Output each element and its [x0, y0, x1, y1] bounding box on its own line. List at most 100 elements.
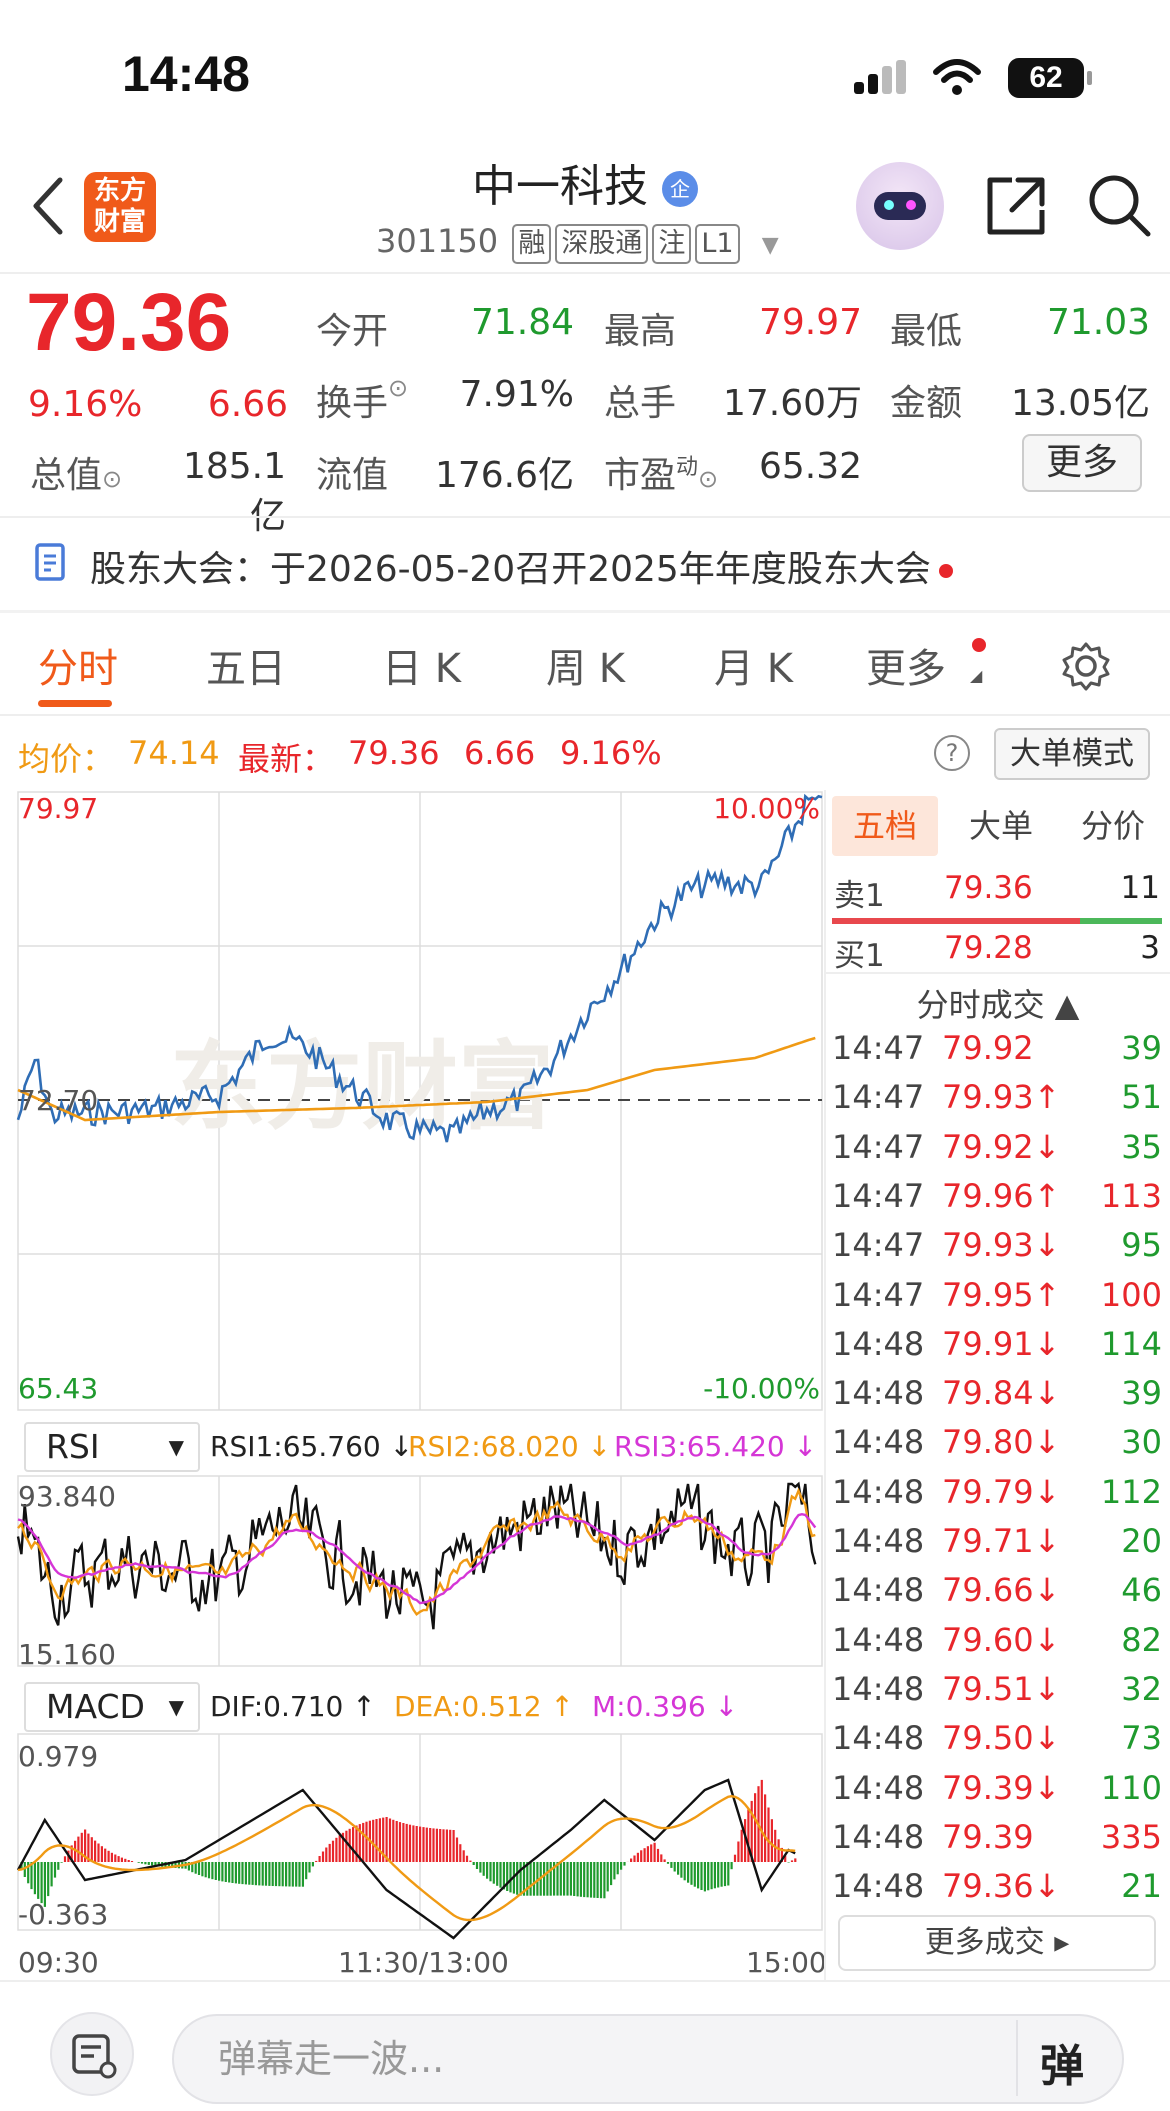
macd-bar: [338, 1835, 341, 1862]
macd-bar: [385, 1817, 388, 1862]
macd-bar: [633, 1855, 636, 1862]
trade-time: 14:48: [832, 1374, 925, 1413]
macd-dif-value: DIF:0.710 ↑: [210, 1690, 376, 1723]
macd-bar: [258, 1862, 261, 1886]
macd-bar: [599, 1862, 603, 1899]
info-dots-icon[interactable]: ⊙: [388, 374, 408, 402]
trades-title[interactable]: 分时成交 ▲: [826, 980, 1170, 1026]
help-icon[interactable]: ?: [934, 735, 970, 771]
trade-volume: 39: [1121, 1374, 1162, 1413]
macd-bar: [281, 1862, 284, 1887]
search-icon[interactable]: [1086, 172, 1152, 238]
macd-indicator-select[interactable]: MACD ▼: [24, 1682, 200, 1732]
trade-time: 14:47: [832, 1176, 925, 1215]
high-value: 79.97: [758, 302, 862, 343]
low-value: 71.03: [1046, 302, 1150, 343]
macd-bar: [130, 1861, 134, 1862]
macd-bar: [321, 1851, 325, 1862]
order-book-tabs: 五档 大单 分价: [826, 796, 1170, 856]
macd-bar: [653, 1842, 656, 1862]
macd-bar: [362, 1822, 365, 1862]
total-cap-label-text: 总值: [30, 455, 103, 496]
macd-bar: [475, 1862, 479, 1869]
tab-daily-k[interactable]: 日 K: [382, 636, 461, 694]
trade-time: 14:48: [832, 1768, 925, 1807]
danmu-toggle-button[interactable]: 弹: [1040, 2030, 1084, 2094]
caret-down-icon: ▼: [168, 1695, 184, 1719]
trade-row: 14:48 79.91↓ 114: [832, 1320, 1162, 1369]
settings-icon[interactable]: [1060, 640, 1112, 692]
macd-bar: [660, 1854, 663, 1862]
tab-weekly-k[interactable]: 周 K: [546, 636, 625, 694]
tab-big-orders[interactable]: 大单: [948, 796, 1054, 856]
trade-price: 79.50↓: [942, 1719, 1061, 1758]
trade-volume: 100: [1100, 1275, 1162, 1314]
enterprise-badge-icon: 企: [662, 171, 698, 207]
share-icon[interactable]: [984, 174, 1048, 238]
buy1-price: 79.28: [944, 930, 1033, 966]
trade-volume: 30: [1121, 1423, 1162, 1462]
macd-bar: [372, 1819, 375, 1862]
tab-more[interactable]: 更多 ◢: [866, 636, 986, 694]
macd-bar: [218, 1862, 221, 1881]
macd-bar: [469, 1860, 472, 1862]
rsi1-line: [16, 1481, 817, 1630]
macd-bar: [566, 1862, 569, 1896]
macd-bar: [224, 1862, 227, 1882]
tab-monthly-k[interactable]: 月 K: [714, 636, 793, 694]
macd-bar: [375, 1819, 378, 1862]
trade-row: 14:47 79.93↓ 95: [832, 1221, 1162, 1270]
macd-bar: [127, 1860, 130, 1862]
rsi-indicator-select[interactable]: RSI ▼: [24, 1422, 200, 1472]
macd-bar: [144, 1862, 147, 1865]
info-dots-icon[interactable]: ⊙: [698, 465, 718, 493]
macd-bar: [140, 1862, 144, 1864]
more-quote-button[interactable]: 更多: [1022, 434, 1142, 492]
macd-bar: [365, 1821, 368, 1862]
macd-bar: [472, 1862, 475, 1865]
macd-bar: [432, 1828, 435, 1862]
macd-bar: [251, 1862, 254, 1885]
tab-five-levels[interactable]: 五档: [832, 796, 938, 856]
macd-bar: [445, 1829, 448, 1862]
notice-text: 股东大会：于2026-05-20召开2025年年度股东大会: [90, 549, 931, 590]
assistant-avatar[interactable]: [856, 162, 944, 250]
macd-bar: [646, 1846, 649, 1862]
info-dots-icon[interactable]: ⊙: [102, 465, 122, 493]
danmu-input[interactable]: 弹幕走一波...: [172, 2014, 1124, 2104]
chevron-down-icon[interactable]: ▼: [762, 233, 779, 258]
tab-intraday[interactable]: 分时: [38, 636, 118, 694]
time-midday: 11:30/13:00: [338, 1946, 509, 1979]
macd-bar: [673, 1862, 676, 1872]
comment-list-button[interactable]: [50, 2012, 134, 2096]
corner-triangle-icon: ◢: [970, 666, 983, 685]
big-order-mode-button[interactable]: 大单模式: [994, 728, 1150, 780]
more-trades-button[interactable]: 更多成交 ▸: [838, 1915, 1156, 1971]
tab-five-day[interactable]: 五日: [206, 636, 286, 694]
turnover-label: 换手⊙: [316, 374, 408, 426]
trade-volume: 73: [1121, 1719, 1162, 1758]
battery-tip: [1087, 71, 1092, 85]
macd-bar: [412, 1825, 415, 1862]
tab-price-distribution[interactable]: 分价: [1060, 796, 1166, 856]
trade-row: 14:48 79.66↓ 46: [832, 1566, 1162, 1615]
macd-bar: [482, 1862, 485, 1876]
trade-volume: 95: [1121, 1226, 1162, 1265]
macd-bar: [583, 1862, 586, 1898]
caret-down-icon: ▼: [168, 1435, 184, 1459]
macd-bar: [264, 1862, 268, 1886]
trade-row: 14:48 79.84↓ 39: [832, 1369, 1162, 1418]
total-cap-label: 总值⊙: [30, 446, 122, 498]
trade-time: 14:48: [832, 1522, 925, 1560]
trade-time: 14:48: [832, 1620, 925, 1659]
pe-label-sup: 动: [676, 455, 699, 480]
macd-bar: [274, 1862, 278, 1887]
macd-bar: [395, 1821, 398, 1862]
trade-row: 14:48 79.50↓ 73: [832, 1714, 1162, 1763]
stock-code: 301150: [376, 222, 499, 260]
macd-bar: [747, 1809, 750, 1862]
trade-volume: 112: [1100, 1472, 1162, 1511]
shareholder-notice[interactable]: 股东大会：于2026-05-20召开2025年年度股东大会: [90, 540, 953, 592]
trade-volume: 21: [1121, 1867, 1162, 1906]
trade-price: 79.79↓: [942, 1472, 1061, 1511]
